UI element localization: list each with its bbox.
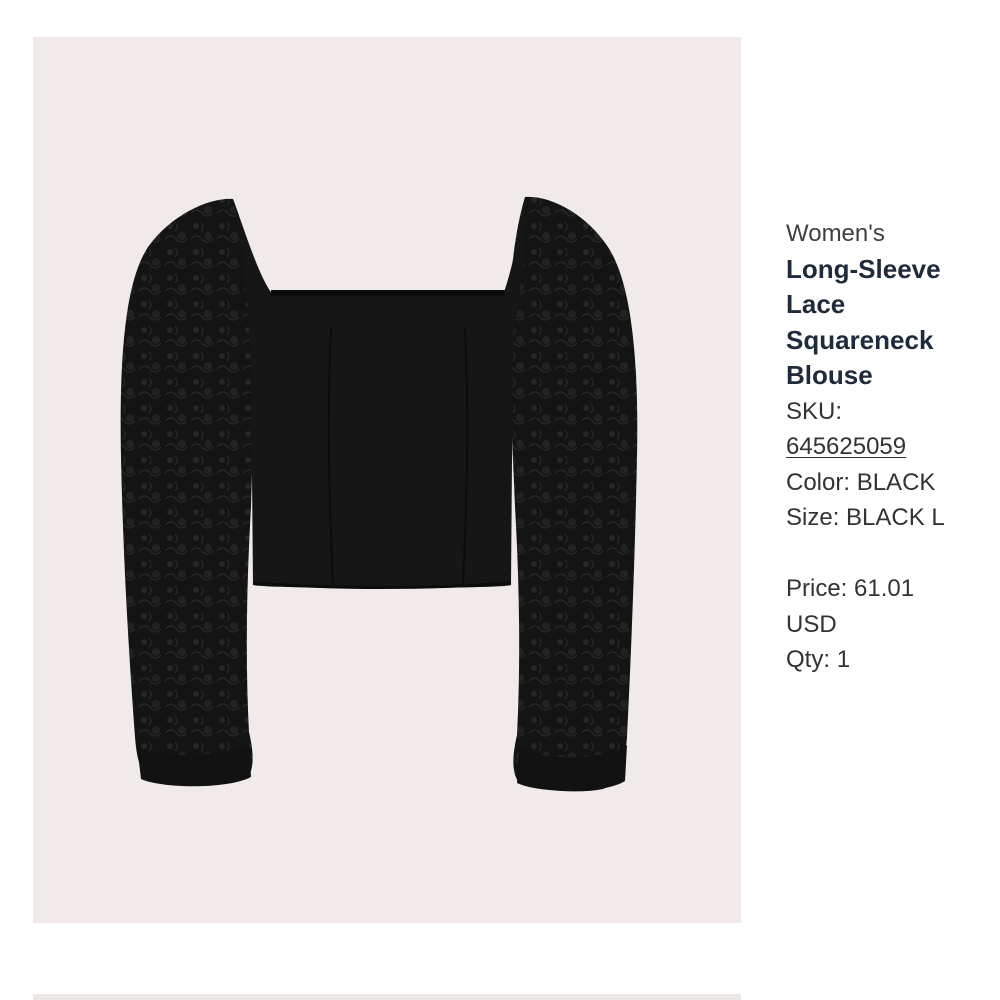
sku-label: SKU: [786, 397, 843, 425]
price-row: Price: 61.01 USD [786, 571, 956, 642]
next-product-image[interactable] [33, 994, 741, 1000]
product-name[interactable]: Long-Sleeve Lace Squareneck Blouse [786, 252, 976, 394]
qty-value: 1 [836, 646, 851, 673]
color-label: Color: [786, 468, 851, 496]
color-row: Color: BLACK [786, 465, 991, 501]
left-sleeve [120, 198, 256, 786]
blouse-illustration [120, 196, 638, 792]
bodice [233, 197, 527, 588]
product-image[interactable] [33, 37, 741, 923]
color-value: BLACK [856, 468, 936, 496]
price-label: Price: [786, 575, 848, 602]
size-value: BLACK L [846, 504, 945, 531]
product-gender: Women's [786, 220, 885, 247]
sku-row: SKU: 645625059 [786, 394, 991, 465]
qty-row: Qty: 1 [786, 642, 991, 678]
product-details: Women's Long-Sleeve Lace Squareneck Blou… [786, 216, 991, 678]
size-label: Size: [786, 504, 840, 531]
size-row: Size: BLACK L [786, 500, 956, 536]
right-sleeve [508, 196, 638, 792]
sku-value[interactable]: 645625059 [786, 433, 906, 460]
qty-label: Qty: [786, 646, 831, 673]
order-item-page: Women's Long-Sleeve Lace Squareneck Blou… [0, 0, 1000, 1000]
